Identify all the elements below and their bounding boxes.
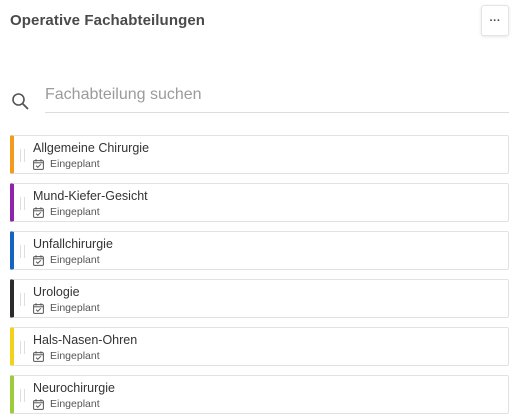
department-status: Eingeplant (33, 398, 100, 410)
department-name: Urologie (33, 285, 80, 299)
calendar-check-icon (33, 350, 44, 362)
department-status-label: Eingeplant (50, 302, 100, 314)
department-item[interactable]: Mund-Kiefer-Gesicht Eingeplant (10, 183, 509, 222)
department-name: Allgemeine Chirurgie (33, 141, 150, 155)
department-status: Eingeplant (33, 302, 100, 314)
department-search-input[interactable] (45, 82, 509, 113)
department-item[interactable]: Allgemeine Chirurgie Eingeplant (10, 135, 509, 174)
department-status: Eingeplant (33, 158, 100, 170)
department-status-label: Eingeplant (50, 350, 100, 362)
more-options-button[interactable]: ··· (481, 5, 509, 36)
drag-handle-icon[interactable] (20, 149, 25, 162)
drag-handle-icon[interactable] (20, 341, 25, 354)
department-name: Mund-Kiefer-Gesicht (33, 189, 148, 203)
department-status-label: Eingeplant (50, 158, 100, 170)
drag-handle-icon[interactable] (20, 293, 25, 306)
department-name: Hals-Nasen-Ohren (33, 333, 138, 347)
department-item[interactable]: Urologie Eingeplant (10, 279, 509, 318)
search-icon (12, 93, 29, 110)
department-status: Eingeplant (33, 254, 100, 266)
department-status: Eingeplant (33, 350, 100, 362)
department-status-label: Eingeplant (50, 206, 100, 218)
department-name: Unfallchirurgie (33, 237, 113, 251)
drag-handle-icon[interactable] (20, 245, 25, 258)
calendar-check-icon (33, 254, 44, 266)
department-status-label: Eingeplant (50, 398, 100, 410)
department-item[interactable]: Unfallchirurgie Eingeplant (10, 231, 509, 270)
department-status-label: Eingeplant (50, 254, 100, 266)
department-item[interactable]: Hals-Nasen-Ohren Eingeplant (10, 327, 509, 366)
drag-handle-icon[interactable] (20, 389, 25, 402)
panel-title: Operative Fachabteilungen (10, 12, 206, 29)
department-list: Allgemeine Chirurgie Eingeplant Mund-Kie… (10, 135, 509, 420)
calendar-check-icon (33, 398, 44, 410)
departments-panel: Operative Fachabteilungen ··· Allgemeine… (0, 0, 514, 420)
more-horizontal-icon: ··· (489, 14, 501, 27)
calendar-check-icon (33, 302, 44, 314)
department-status: Eingeplant (33, 206, 100, 218)
calendar-check-icon (33, 206, 44, 218)
department-name: Neurochirurgie (33, 381, 115, 395)
drag-handle-icon[interactable] (20, 197, 25, 210)
department-item[interactable]: Neurochirurgie Eingeplant (10, 375, 509, 414)
calendar-check-icon (33, 158, 44, 170)
